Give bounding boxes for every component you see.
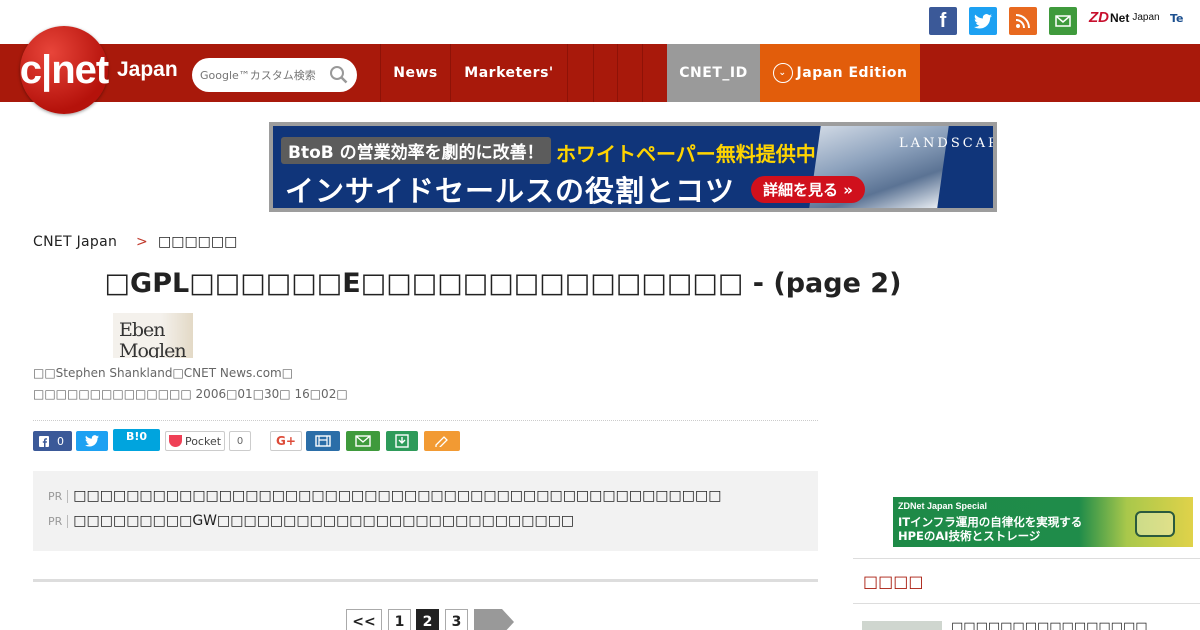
article-dateline: □□□□□□□□□□□□□□ 2006□01□30□ 16□02□ <box>33 387 348 401</box>
sidebar-ad-headline: ITインフラ運用の自律化を実現する HPEのAI技術とストレージ <box>898 515 1082 543</box>
pr-item-text: □□□□□□□□□□□□□□□□□□□□□□□□□□□□□□□□□□□□□□□□… <box>73 488 722 504</box>
pagination-next-arrow-icon[interactable] <box>474 609 514 630</box>
mail-icon[interactable] <box>1049 7 1077 35</box>
print-button[interactable] <box>306 431 340 451</box>
pr-box: PR □□□□□□□□□□□□□□□□□□□□□□□□□□□□□□□□□□□□□… <box>33 471 818 551</box>
divider <box>33 420 818 421</box>
envelope-icon <box>1055 15 1071 27</box>
banner-ad-inner: BtoB の営業効率を劇的に改善！ ホワイトペーパー無料提供中 インサイドセール… <box>273 126 993 208</box>
search-box <box>192 58 357 92</box>
hatena-bookmark-button[interactable]: B!0 <box>113 429 160 451</box>
banner-headline: インサイドセールスの役割とコツ <box>285 174 736 208</box>
nav-item-blank-3[interactable] <box>617 44 642 102</box>
nav-marketers[interactable]: Marketers' <box>450 44 567 102</box>
banner-ad[interactable]: BtoB の営業効率を劇的に改善！ ホワイトペーパー無料提供中 インサイドセール… <box>269 122 997 212</box>
nav-item-blank-4[interactable] <box>642 44 667 102</box>
pocket-count: 0 <box>229 431 251 451</box>
memo-button[interactable] <box>424 431 460 451</box>
logo-japan-label: Japan <box>117 58 178 81</box>
techrepublic-link[interactable]: Te <box>1170 12 1184 25</box>
facebook-share-button[interactable]: 0 <box>33 431 72 451</box>
sidebar-ad-line1: ITインフラ運用の自律化を実現する <box>898 515 1083 529</box>
facebook-share-icon <box>39 435 49 447</box>
sidebar-item-link[interactable]: □□□□□□□□□□□□□□□□ <box>951 620 1148 630</box>
sidebar-heading: □□□□ <box>863 572 924 591</box>
pocket-label: Pocket <box>184 434 222 448</box>
pagination-page-3[interactable]: 3 <box>445 609 468 630</box>
nav-japan-edition[interactable]: ⌄ Japan Edition <box>760 44 920 102</box>
sidebar-ad-line2: HPEのAI技術とストレージ <box>898 529 1041 543</box>
divider <box>853 558 1200 559</box>
top-bar: f ZD Net Japan Te <box>0 0 1200 44</box>
nav-item-blank-2[interactable] <box>593 44 617 102</box>
pagination-first[interactable]: << <box>346 609 382 630</box>
chevron-down-icon: ⌄ <box>772 63 793 83</box>
pr-tag: PR <box>48 514 69 528</box>
search-icon[interactable] <box>329 65 349 85</box>
download-icon <box>395 434 409 448</box>
nav-cnet-id[interactable]: CNET_ID <box>667 44 760 102</box>
sidebar-ad[interactable]: ZDNet Japan Special ITインフラ運用の自律化を実現する HP… <box>893 497 1193 547</box>
banner-tag: BtoB の営業効率を劇的に改善！ <box>281 137 551 164</box>
email-share-icon <box>355 435 371 447</box>
breadcrumb-category[interactable]: □□□□□□ <box>158 234 237 250</box>
logo-text: c|net <box>19 47 109 92</box>
twitter-share-icon <box>85 435 99 447</box>
pr-item[interactable]: PR □□□□□□□□□GW□□□□□□□□□□□□□□□□□□□□□□□□□□… <box>48 513 574 529</box>
edition-label: Japan Edition <box>796 65 908 81</box>
article-byline: □□Stephen Shankland□CNET News.com□ <box>33 366 294 380</box>
pr-item[interactable]: PR □□□□□□□□□□□□□□□□□□□□□□□□□□□□□□□□□□□□□… <box>48 488 721 504</box>
zdnet-japan-link[interactable]: ZD Net Japan <box>1089 9 1160 26</box>
pocket-button[interactable]: Pocket <box>165 431 225 451</box>
twitter-share-button[interactable] <box>76 431 108 451</box>
cnet-logo[interactable]: c|net <box>19 26 109 114</box>
google-plus-button[interactable]: G+ <box>270 431 302 451</box>
author-photo: Eben Moglen <box>113 313 193 358</box>
pagination-page-2-current[interactable]: 2 <box>416 609 439 630</box>
print-icon <box>315 435 331 447</box>
nav-news[interactable]: News <box>380 44 450 102</box>
pr-item-text: □□□□□□□□□GW□□□□□□□□□□□□□□□□□□□□□□□□□□□ <box>73 513 575 529</box>
author-photo-caption: Eben Moglen <box>119 319 187 359</box>
zdnet-japan-text: Japan <box>1132 12 1160 23</box>
pocket-icon <box>168 435 182 447</box>
divider <box>853 603 1200 604</box>
page-title: □GPL□□□□□□E□□□□□□□□□□□□□□□ - (page 2) <box>104 268 902 299</box>
breadcrumb-separator: > <box>136 234 148 250</box>
nav-item-blank-1[interactable] <box>567 44 593 102</box>
pr-tag: PR <box>48 489 69 503</box>
facebook-icon[interactable]: f <box>929 7 957 35</box>
facebook-share-count: 0 <box>57 434 64 448</box>
sidebar-ad-label: ZDNet Japan Special <box>898 501 988 511</box>
search-input[interactable] <box>200 68 330 82</box>
monitor-icon <box>1135 511 1175 537</box>
pagination-page-1[interactable]: 1 <box>388 609 411 630</box>
divider-thick <box>33 579 818 582</box>
rss-glyph-icon <box>1015 14 1030 29</box>
download-button[interactable] <box>386 431 418 451</box>
banner-detail-button[interactable]: 詳細を見る » <box>751 176 865 203</box>
banner-highlight: ホワイトペーパー無料提供中 <box>556 142 816 166</box>
sidebar-item-thumbnail[interactable] <box>862 621 942 630</box>
banner-brand-logo: LANDSCAPE <box>899 136 993 151</box>
zdnet-net: Net <box>1110 10 1130 25</box>
breadcrumb-home[interactable]: CNET Japan <box>33 234 117 250</box>
rss-icon[interactable] <box>1009 7 1037 35</box>
zdnet-mark: ZD <box>1089 9 1109 26</box>
twitter-icon[interactable] <box>969 7 997 35</box>
facebook-glyph: f <box>939 9 947 32</box>
twitter-bird-icon <box>974 13 992 29</box>
pencil-icon <box>435 436 448 447</box>
email-share-button[interactable] <box>346 431 380 451</box>
